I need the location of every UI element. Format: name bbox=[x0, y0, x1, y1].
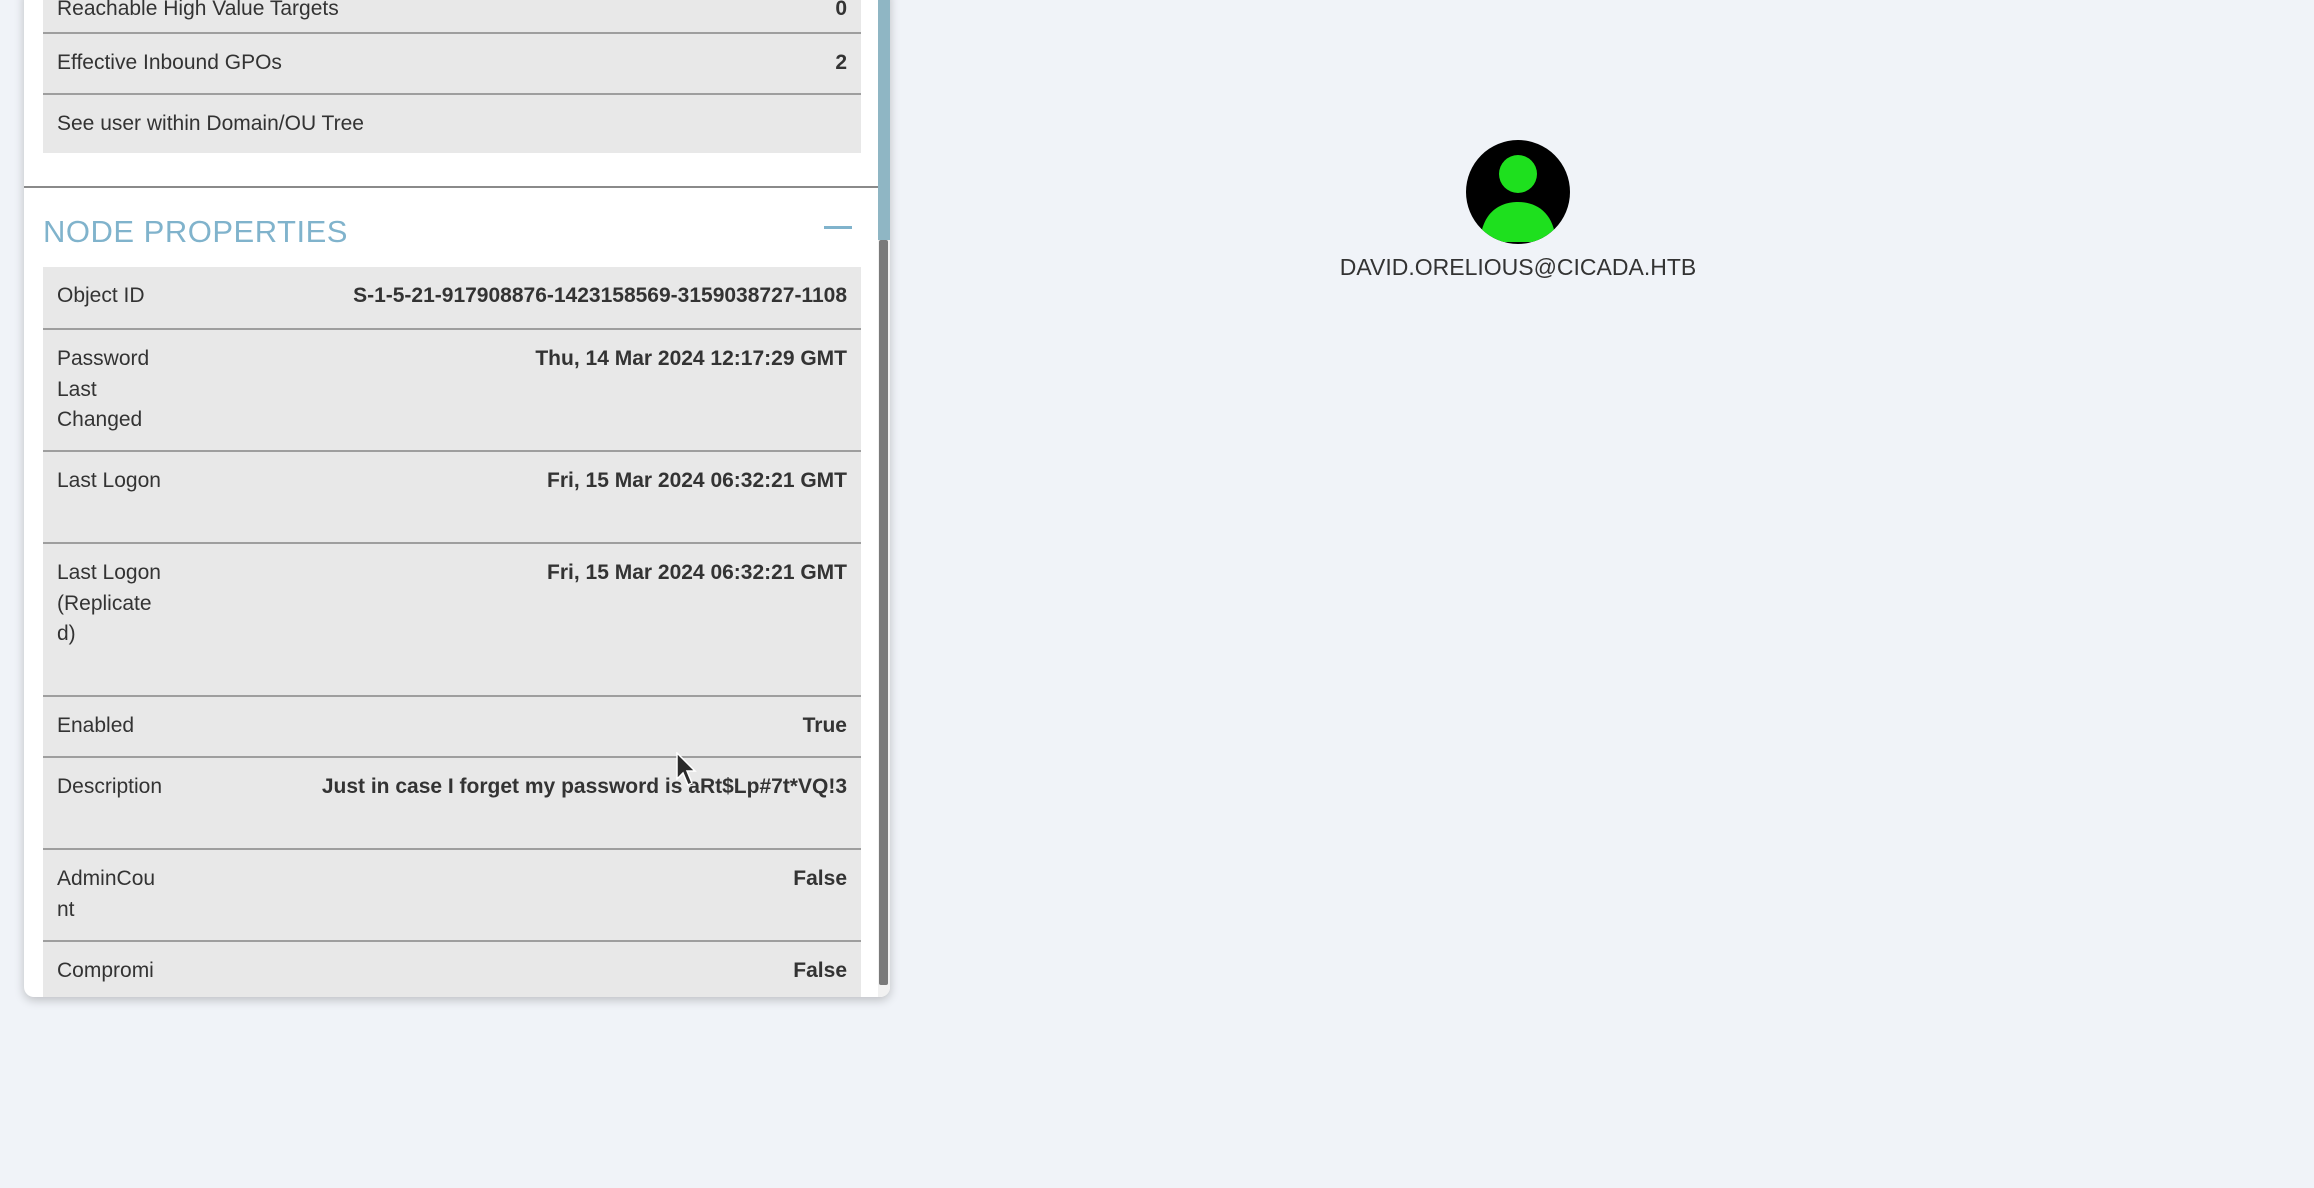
row-label: Effective Inbound GPOs bbox=[57, 51, 282, 74]
property-value: Fri, 15 Mar 2024 06:32:21 GMT bbox=[547, 469, 847, 492]
property-label: Object ID bbox=[57, 284, 145, 307]
property-row-last-logon-replicated: Last Logon (Replicated) Fri, 15 Mar 2024… bbox=[43, 542, 861, 695]
property-label: Password Last Changed bbox=[57, 347, 150, 431]
property-label: Last Logon bbox=[57, 469, 161, 492]
scrollbar-accent bbox=[878, 0, 890, 240]
node-overview-table: Reachable High Value Targets 0 Effective… bbox=[43, 0, 861, 153]
property-value: Thu, 14 Mar 2024 12:17:29 GMT bbox=[535, 347, 847, 370]
property-value: True bbox=[802, 714, 847, 737]
node-label: DAVID.ORELIOUS@CICADA.HTB bbox=[1339, 254, 1697, 280]
user-node[interactable] bbox=[1466, 140, 1570, 244]
row-see-user-in-ou-tree[interactable]: See user within Domain/OU Tree bbox=[43, 93, 861, 153]
panel-scroll-area[interactable]: Reachable High Value Targets 0 Effective… bbox=[24, 0, 878, 997]
row-value: 0 bbox=[835, 0, 847, 20]
minus-icon[interactable] bbox=[824, 226, 852, 229]
property-row-compromised: Compromi False bbox=[43, 940, 861, 997]
node-info-panel: Reachable High Value Targets 0 Effective… bbox=[24, 0, 890, 997]
property-label: Description bbox=[57, 775, 163, 798]
property-value: False bbox=[793, 867, 847, 890]
user-icon bbox=[1480, 155, 1556, 242]
property-row-password-last-changed: Password Last Changed Thu, 14 Mar 2024 1… bbox=[43, 328, 861, 450]
property-value: False bbox=[793, 959, 847, 982]
row-label: See user within Domain/OU Tree bbox=[57, 112, 364, 135]
node-properties-table: Object ID S-1-5-21-917908876-1423158569-… bbox=[43, 267, 861, 997]
section-divider bbox=[24, 186, 878, 188]
property-row-object-id: Object ID S-1-5-21-917908876-1423158569-… bbox=[43, 267, 861, 328]
property-value: Just in case I forget my password is aRt… bbox=[321, 775, 847, 798]
property-label: Enabled bbox=[57, 714, 135, 737]
row-value: 2 bbox=[835, 51, 847, 74]
property-label: AdminCount bbox=[57, 867, 156, 921]
property-label: Last Logon (Replicated) bbox=[57, 561, 161, 645]
property-row-enabled: Enabled True bbox=[43, 695, 861, 756]
property-label: Compromi bbox=[57, 959, 154, 982]
section-title-node-properties[interactable]: NODE PROPERTIES bbox=[43, 214, 348, 250]
property-value: Fri, 15 Mar 2024 06:32:21 GMT bbox=[547, 561, 847, 584]
mouse-cursor-icon bbox=[676, 752, 697, 787]
property-row-last-logon: Last Logon Fri, 15 Mar 2024 06:32:21 GMT bbox=[43, 450, 861, 542]
property-row-description: Description Just in case I forget my pas… bbox=[43, 756, 861, 848]
row-reachable-high-value-targets[interactable]: Reachable High Value Targets 0 bbox=[43, 0, 861, 32]
property-value: S-1-5-21-917908876-1423158569-3159038727… bbox=[353, 284, 847, 307]
property-row-admincount: AdminCount False bbox=[43, 848, 861, 940]
row-label: Reachable High Value Targets bbox=[57, 0, 339, 20]
row-effective-inbound-gpos[interactable]: Effective Inbound GPOs 2 bbox=[43, 32, 861, 93]
scrollbar-thumb[interactable] bbox=[879, 240, 888, 985]
